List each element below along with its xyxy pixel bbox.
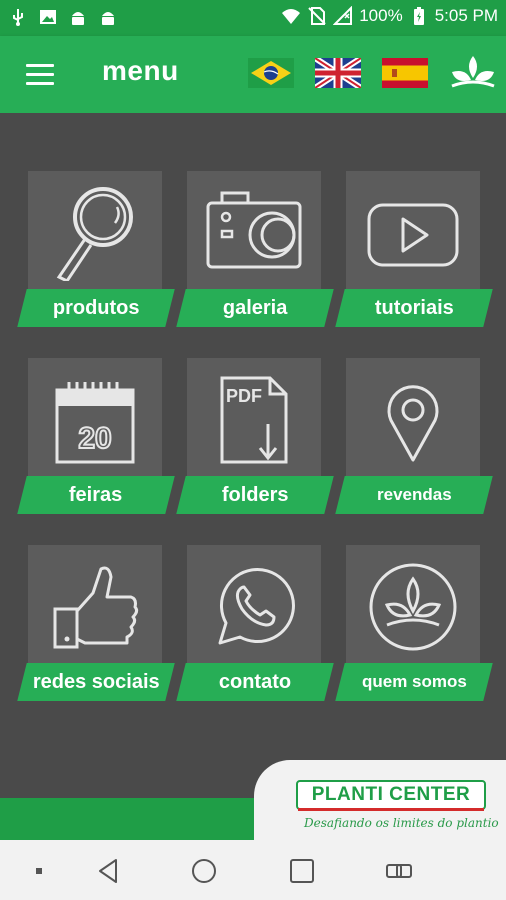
tile-label: contato <box>176 663 334 701</box>
spain-flag-button[interactable] <box>382 58 428 88</box>
whatsapp-icon <box>218 568 295 645</box>
app-bar: menu <box>0 36 506 113</box>
android-icon <box>72 12 84 25</box>
clock: 5:05 PM <box>434 6 498 25</box>
magnifier-icon <box>56 187 133 281</box>
leaf-logo-icon <box>369 563 457 651</box>
thumbs-up-icon <box>53 566 139 649</box>
battery-charging-icon <box>413 7 424 25</box>
tile-label: feiras <box>17 476 175 514</box>
recents-button[interactable] <box>287 856 317 886</box>
dot-icon <box>36 868 42 874</box>
brand-divider <box>298 808 484 811</box>
system-nav-bar <box>0 840 506 900</box>
tile-revendas[interactable]: revendas <box>335 358 493 514</box>
no-sim-icon <box>308 7 326 25</box>
svg-text:20: 20 <box>78 422 111 455</box>
uk-flag-button[interactable] <box>315 58 361 88</box>
planti-center-logo: PLANTI CENTER <box>296 780 486 810</box>
tile-contato[interactable]: contato <box>176 545 334 701</box>
battery-level: 100% <box>359 6 403 25</box>
location-pin-icon <box>387 385 439 462</box>
tile-label: quem somos <box>335 663 493 701</box>
tile-tutoriais[interactable]: tutoriais <box>335 171 493 327</box>
image-icon <box>40 10 56 24</box>
usb-icon <box>13 9 23 26</box>
camera-icon <box>206 191 302 269</box>
back-button[interactable] <box>94 856 124 886</box>
tile-galeria[interactable]: galeria <box>176 171 334 327</box>
brand-tagline: Desafiando os limites do plantio <box>304 816 499 830</box>
brazil-flag-button[interactable] <box>248 58 294 88</box>
brand-card: PLANTI CENTER Desafiando os limites do p… <box>254 760 506 840</box>
no-signal-icon <box>333 6 353 25</box>
pdf-icon: PDF <box>220 376 288 464</box>
tile-label: redes sociais <box>17 663 175 701</box>
tile-quem-somos[interactable]: quem somos <box>335 545 493 701</box>
tile-folders[interactable]: PDF folders <box>176 358 334 514</box>
svg-text:PDF: PDF <box>226 386 262 406</box>
home-button[interactable] <box>189 856 219 886</box>
leaf-logo-icon <box>451 56 495 88</box>
tile-label: tutoriais <box>335 289 493 327</box>
calendar-icon: 20 <box>55 382 135 464</box>
play-icon <box>367 203 459 267</box>
tile-feiras[interactable]: 20 feiras <box>17 358 175 514</box>
android-icon <box>102 12 114 25</box>
switch-apps-icon[interactable] <box>384 856 414 886</box>
tile-label: galeria <box>176 289 334 327</box>
tile-label: revendas <box>335 476 493 514</box>
tile-produtos[interactable]: produtos <box>17 171 175 327</box>
menu-grid: produtos galeria tutoriais 20 feiras PDF… <box>0 113 506 798</box>
hamburger-menu-button[interactable] <box>26 64 54 86</box>
tile-label: produtos <box>17 289 175 327</box>
tile-label: folders <box>176 476 334 514</box>
status-bar: 100% 5:05 PM <box>0 0 506 36</box>
wifi-icon <box>282 9 301 24</box>
page-title: menu <box>102 55 179 86</box>
tile-redes-sociais[interactable]: redes sociais <box>17 545 175 701</box>
